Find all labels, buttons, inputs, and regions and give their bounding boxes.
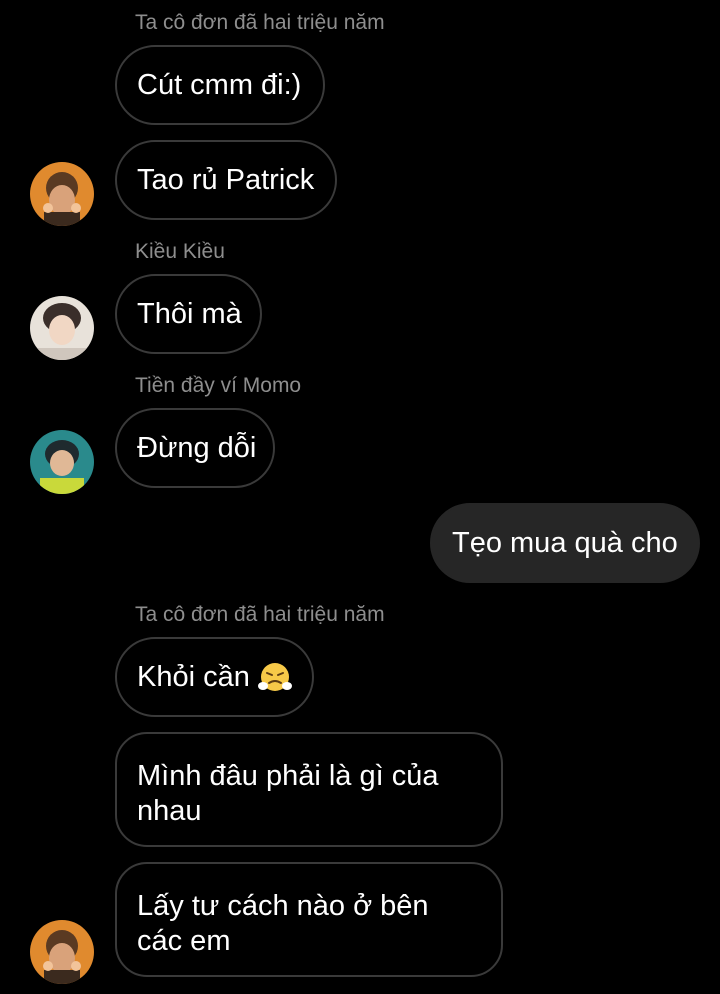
message-bubble-incoming[interactable]: Tao rủ Patrick (115, 140, 337, 220)
message-text: Đừng dỗi (137, 431, 257, 464)
message-text: Tao rủ Patrick (137, 163, 315, 196)
avatar-orange-icon[interactable] (30, 920, 94, 984)
message-bubble-outgoing[interactable]: Tẹo mua quà cho (430, 503, 700, 583)
avatar-light-icon[interactable] (30, 296, 94, 360)
sender-name: Ta cô đơn đã hai triệu năm (135, 11, 385, 34)
message-bubble-incoming[interactable]: Đừng dỗi (115, 408, 275, 488)
avatar-orange-icon[interactable] (30, 162, 94, 226)
message-bubble-incoming[interactable]: Thôi mà (115, 274, 262, 354)
message-bubble-incoming[interactable]: Lấy tư cách nào ở bên các em (115, 862, 503, 977)
sender-name: Tiền đầy ví Momo (135, 374, 302, 397)
message-text: Thôi mà (137, 297, 242, 330)
message-bubble-incoming[interactable]: Mình đâu phải là gì của nhau (115, 732, 503, 847)
avatar-teal-icon[interactable] (30, 430, 94, 494)
sender-name: Ta cô đơn đã hai triệu năm (135, 603, 385, 626)
sender-name: Kiều Kiều (135, 240, 225, 263)
message-text: Khỏi cần (137, 660, 250, 693)
message-text: Cút cmm đi:) (137, 68, 302, 101)
message-text: Mình đâu phải là gì của nhau (137, 760, 439, 827)
message-text: Lấy tư cách nào ở bên các em (137, 890, 429, 957)
steam-from-nose-icon (257, 660, 292, 694)
message-text: Tẹo mua quà cho (452, 526, 678, 559)
message-bubble-incoming[interactable]: Cút cmm đi:) (115, 45, 325, 125)
message-bubble-incoming[interactable]: Khỏi cần (115, 637, 314, 717)
